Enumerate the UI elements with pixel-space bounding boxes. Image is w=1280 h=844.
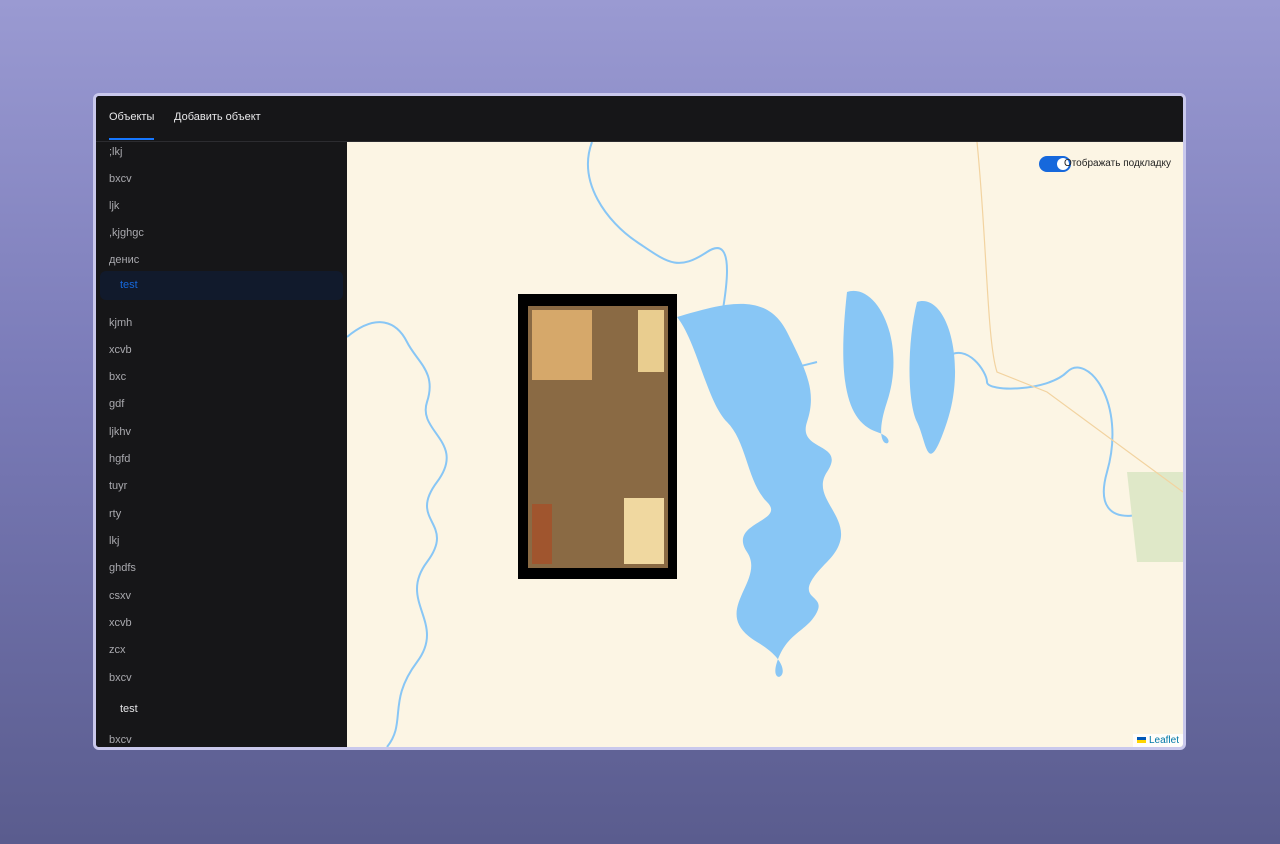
sidebar-item[interactable]: ljkhv — [109, 426, 131, 438]
sidebar-item[interactable]: bxcv — [109, 173, 132, 185]
ukraine-flag-icon — [1136, 737, 1146, 744]
sidebar-item[interactable]: ,kjghgc — [109, 227, 144, 239]
sidebar-item[interactable]: zcx — [109, 644, 126, 656]
map[interactable]: Отображать подкладку Leaflet — [347, 142, 1183, 747]
sidebar-item[interactable]: xcvb — [109, 617, 132, 629]
leaflet-attribution-link[interactable]: Leaflet — [1132, 734, 1183, 747]
app-window: Объекты Добавить объект ;lkj bxcv ljk ,kjgh… — [93, 93, 1186, 750]
sidebar-item[interactable]: денис — [109, 254, 139, 266]
floor-plan-image — [528, 306, 668, 568]
sidebar-item[interactable]: bxcv — [109, 734, 132, 746]
sidebar-item-label: test — [120, 279, 138, 291]
sidebar-item[interactable]: lkj — [109, 535, 119, 547]
underlay-toggle-label: Отображать подкладку — [1063, 158, 1171, 169]
sidebar-item[interactable]: hgfd — [109, 453, 130, 465]
top-nav: Объекты Добавить объект — [96, 96, 1183, 142]
sidebar-item[interactable]: xcvb — [109, 344, 132, 356]
sidebar-item[interactable]: bxc — [109, 371, 126, 383]
map-tiles — [347, 142, 1183, 747]
sidebar-item[interactable]: csxv — [109, 590, 131, 602]
sidebar-item[interactable]: test — [120, 703, 138, 715]
sidebar-item[interactable]: ;lkj — [109, 146, 122, 158]
sidebar-item[interactable]: ljk — [109, 200, 119, 212]
attribution-text[interactable]: Leaflet — [1149, 735, 1179, 746]
sidebar-item[interactable]: rty — [109, 508, 121, 520]
object-list[interactable]: ;lkj bxcv ljk ,kjghgc денис test kjmh xcvb bxc gd… — [96, 142, 347, 747]
sidebar-item[interactable]: tuyr — [109, 480, 127, 492]
sidebar-item[interactable]: kjmh — [109, 317, 132, 329]
sidebar-item[interactable]: test — [100, 271, 343, 300]
sidebar-item[interactable]: ghdfs — [109, 562, 136, 574]
sidebar-item[interactable]: bxcv — [109, 672, 132, 684]
tab-add-object[interactable]: Добавить объект — [174, 111, 261, 123]
tab-objects[interactable]: Объекты — [109, 111, 155, 140]
floor-plan-overlay[interactable] — [518, 294, 677, 579]
sidebar-item[interactable]: gdf — [109, 398, 124, 410]
